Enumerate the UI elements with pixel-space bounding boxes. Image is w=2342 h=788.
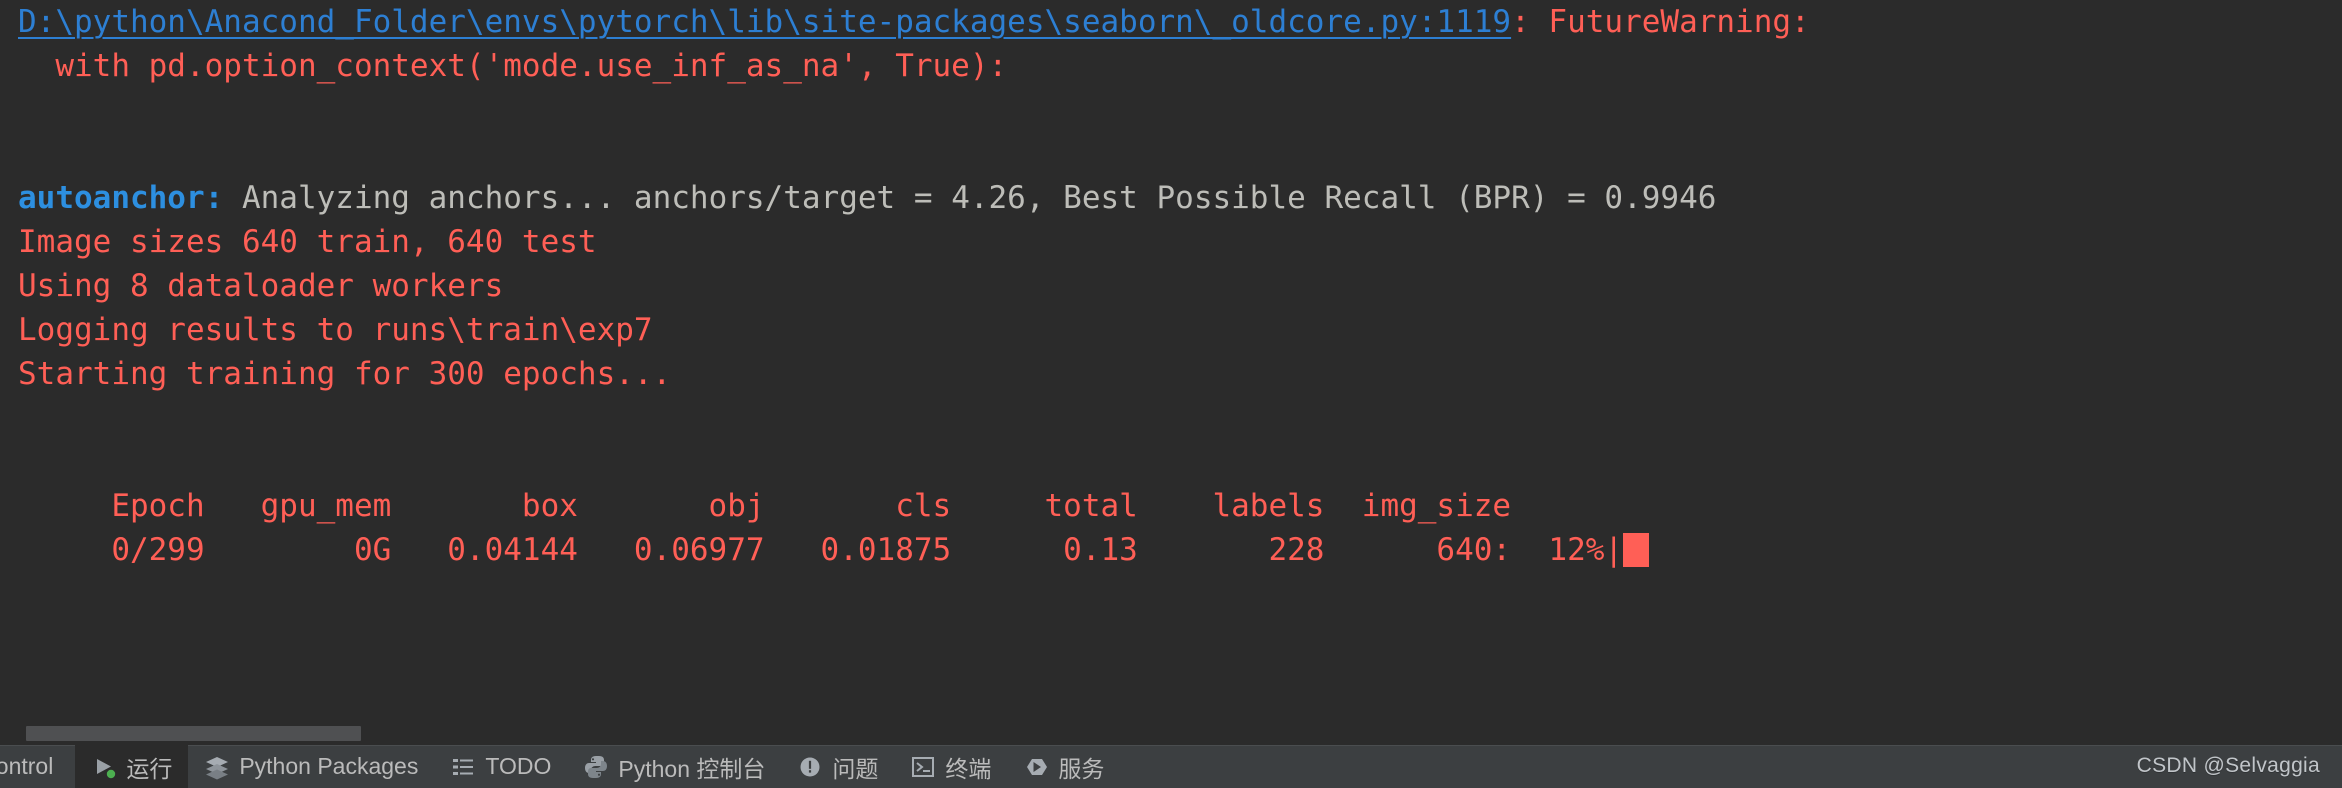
console-blank-line-2	[0, 132, 2342, 176]
console-line-logging-results: Logging results to runs\train\exp7	[18, 312, 653, 348]
tool-window-bar: n Control 运行 Python Packages	[0, 745, 2342, 788]
run-label: 运行	[126, 755, 173, 782]
tool-window-button-version-control[interactable]: n Control	[0, 745, 75, 788]
tool-window-button-run[interactable]: 运行	[75, 745, 189, 788]
console-line-warning-code: with pd.option_context('mode.use_inf_as_…	[18, 48, 1008, 84]
training-table-data-row: 0/299 0G 0.04144 0.06977 0.01875 0.13 22…	[0, 528, 2342, 572]
services-icon	[1023, 754, 1049, 780]
tool-window-button-python-console[interactable]: Python 控制台	[567, 745, 781, 788]
file-path-link[interactable]: D:\python\Anacond_Folder\envs\pytorch\li…	[18, 4, 1511, 40]
console-blank-line-3	[0, 396, 2342, 440]
console-blank-line-4	[0, 440, 2342, 484]
console-line-dataloader-workers: Using 8 dataloader workers	[18, 268, 504, 304]
todo-label: TODO	[485, 753, 552, 779]
tool-window-button-terminal[interactable]: 终端	[894, 745, 1007, 788]
python-packages-label: Python Packages	[239, 753, 419, 779]
console-line-image-sizes: Image sizes 640 train, 640 test	[18, 224, 597, 260]
progress-bar-fill	[1623, 533, 1650, 567]
tool-window-button-todo[interactable]: TODO	[434, 745, 567, 788]
pycharm-run-console-window: D:\python\Anacond_Folder\envs\pytorch\li…	[0, 0, 2342, 788]
console-blank-line-1	[0, 88, 2342, 132]
csdn-watermark: CSDN @Selvaggia	[2136, 754, 2320, 777]
console-line-autoanchor: autoanchor: Analyzing anchors... anchors…	[0, 176, 2342, 220]
autoanchor-key-label: autoanchor:	[18, 180, 224, 216]
python-console-label: Python 控制台	[618, 755, 766, 782]
console-line-starting-training: Starting training for 300 epochs...	[18, 356, 672, 392]
todo-list-icon	[450, 754, 476, 780]
console-line-warning-path: D:\python\Anacond_Folder\envs\pytorch\li…	[0, 0, 2342, 44]
autoanchor-detail-text: Analyzing anchors... anchors/target = 4.…	[223, 180, 1717, 216]
warning-type-label: : FutureWarning:	[1511, 4, 1810, 40]
python-icon	[583, 754, 609, 780]
training-row-values: 0/299 0G 0.04144 0.06977 0.01875 0.13 22…	[18, 532, 1624, 568]
problems-icon	[797, 754, 823, 780]
training-table-header-row: Epoch gpu_mem box obj cls total labels i…	[18, 488, 1512, 524]
services-label: 服务	[1058, 755, 1105, 782]
tool-window-button-services[interactable]: 服务	[1007, 745, 1120, 788]
version-control-label: n Control	[0, 753, 54, 779]
terminal-label: 终端	[945, 755, 992, 782]
terminal-icon	[910, 754, 936, 780]
tool-window-button-problems[interactable]: 问题	[781, 745, 894, 788]
horizontal-scrollbar-thumb[interactable]	[26, 726, 361, 741]
problems-label: 问题	[832, 755, 879, 782]
tool-window-button-python-packages[interactable]: Python Packages	[188, 745, 434, 788]
run-console-output[interactable]: D:\python\Anacond_Folder\envs\pytorch\li…	[0, 0, 2342, 720]
run-icon	[91, 754, 117, 780]
packages-icon	[204, 754, 230, 780]
